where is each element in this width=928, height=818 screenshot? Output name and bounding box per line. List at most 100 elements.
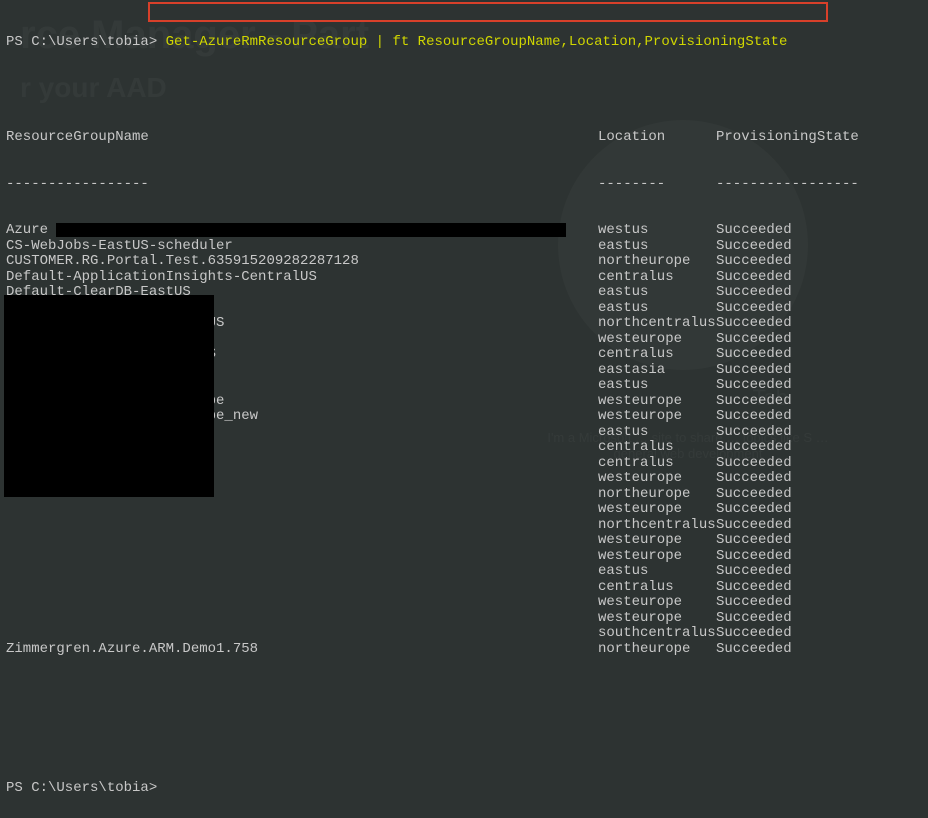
- prompt-line-1: PS C:\Users\tobia> Get-AzureRmResourceGr…: [6, 35, 922, 51]
- table-row: southcentralusSucceeded: [6, 626, 922, 642]
- cell-location: centralus: [598, 347, 716, 363]
- cell-state: Succeeded: [716, 456, 922, 472]
- cell-location: westeurope: [598, 595, 716, 611]
- table-row: westeuropeSucceeded: [6, 595, 922, 611]
- cell-state: Succeeded: [716, 518, 922, 534]
- cell-location: eastasia: [598, 363, 716, 379]
- cell-location: westus: [598, 223, 716, 239]
- cell-name: [6, 564, 598, 580]
- table-row: westeuropeSucceeded: [6, 611, 922, 627]
- cell-name: [6, 502, 598, 518]
- cell-state: Succeeded: [716, 440, 922, 456]
- blank-line-3: [6, 735, 922, 751]
- redaction-bar: [56, 223, 566, 237]
- table-row: westeuropeSucceeded: [6, 549, 922, 565]
- table-row: Azure westusSucceeded: [6, 223, 922, 239]
- table-row: eastusSucceeded: [6, 564, 922, 580]
- cell-name: [6, 549, 598, 565]
- prompt-prefix: PS C:\Users\tobia>: [6, 34, 157, 50]
- cell-state: Succeeded: [716, 595, 922, 611]
- blank-line: [6, 84, 922, 100]
- cell-state: Succeeded: [716, 409, 922, 425]
- cell-location: eastus: [598, 564, 716, 580]
- cell-location: eastus: [598, 301, 716, 317]
- cell-state: Succeeded: [716, 533, 922, 549]
- cell-name: Default-ApplicationInsights-CentralUS: [6, 270, 598, 286]
- cell-state: Succeeded: [716, 564, 922, 580]
- command-text: Get-AzureRmResourceGroup | ft ResourceGr…: [166, 34, 788, 50]
- underline-state: -----------------: [716, 177, 922, 193]
- cell-state: Succeeded: [716, 549, 922, 565]
- cell-state: Succeeded: [716, 580, 922, 596]
- cell-name: [6, 580, 598, 596]
- header-name: ResourceGroupName: [6, 130, 598, 146]
- cell-state: Succeeded: [716, 425, 922, 441]
- table-row: CUSTOMER.RG.Portal.Test.6359152092822871…: [6, 254, 922, 270]
- table-row: northcentralusSucceeded: [6, 518, 922, 534]
- cell-state: Succeeded: [716, 254, 922, 270]
- cell-location: westeurope: [598, 502, 716, 518]
- cell-name: [6, 518, 598, 534]
- table-row: westeuropeSucceeded: [6, 533, 922, 549]
- cell-state: Succeeded: [716, 487, 922, 503]
- cell-location: northeurope: [598, 487, 716, 503]
- cell-location: eastus: [598, 378, 716, 394]
- table-row: centralusSucceeded: [6, 580, 922, 596]
- underline-name: -----------------: [6, 177, 598, 193]
- cell-location: southcentralus: [598, 626, 716, 642]
- cell-location: westeurope: [598, 332, 716, 348]
- cell-location: centralus: [598, 456, 716, 472]
- cell-name: [6, 626, 598, 642]
- underline-location: --------: [598, 177, 716, 193]
- table-row: westeuropeSucceeded: [6, 502, 922, 518]
- cell-state: Succeeded: [716, 611, 922, 627]
- cell-state: Succeeded: [716, 301, 922, 317]
- cell-state: Succeeded: [716, 270, 922, 286]
- cell-location: northcentralus: [598, 316, 716, 332]
- cell-location: northeurope: [598, 254, 716, 270]
- cell-name: CUSTOMER.RG.Portal.Test.6359152092822871…: [6, 254, 598, 270]
- cell-state: Succeeded: [716, 378, 922, 394]
- cell-state: Succeeded: [716, 471, 922, 487]
- prompt-prefix-2: PS C:\Users\tobia>: [6, 780, 157, 796]
- cell-location: eastus: [598, 285, 716, 301]
- cell-location: centralus: [598, 270, 716, 286]
- table-row: Zimmergren.Azure.ARM.Demo1.758northeurop…: [6, 642, 922, 658]
- cell-state: Succeeded: [716, 363, 922, 379]
- header-state: ProvisioningState: [716, 130, 922, 146]
- cell-state: Succeeded: [716, 502, 922, 518]
- cell-location: eastus: [598, 239, 716, 255]
- cell-location: northcentralus: [598, 518, 716, 534]
- cell-location: westeurope: [598, 533, 716, 549]
- cell-state: Succeeded: [716, 239, 922, 255]
- cell-state: Succeeded: [716, 332, 922, 348]
- cell-state: Succeeded: [716, 394, 922, 410]
- cell-name: [6, 595, 598, 611]
- cell-state: Succeeded: [716, 642, 922, 658]
- cell-name: Azure: [6, 223, 598, 239]
- cell-location: westeurope: [598, 611, 716, 627]
- prompt-line-2[interactable]: PS C:\Users\tobia>: [6, 781, 922, 797]
- cell-name: [6, 533, 598, 549]
- cell-location: westeurope: [598, 549, 716, 565]
- header-location: Location: [598, 130, 716, 146]
- cell-location: centralus: [598, 440, 716, 456]
- redaction-block: [4, 295, 214, 497]
- cell-location: eastus: [598, 425, 716, 441]
- cell-state: Succeeded: [716, 285, 922, 301]
- cell-state: Succeeded: [716, 347, 922, 363]
- cell-name: [6, 611, 598, 627]
- cell-name: CS-WebJobs-EastUS-scheduler: [6, 239, 598, 255]
- table-underline: ----------------------------------------…: [6, 177, 922, 193]
- cell-location: westeurope: [598, 394, 716, 410]
- table-row: Default-ApplicationInsights-CentralUScen…: [6, 270, 922, 286]
- table-header: ResourceGroupNameLocationProvisioningSta…: [6, 130, 922, 146]
- cell-name: Zimmergren.Azure.ARM.Demo1.758: [6, 642, 598, 658]
- cell-location: northeurope: [598, 642, 716, 658]
- cell-location: westeurope: [598, 471, 716, 487]
- cell-location: centralus: [598, 580, 716, 596]
- table-row: CS-WebJobs-EastUS-schedulereastusSucceed…: [6, 239, 922, 255]
- cell-state: Succeeded: [716, 223, 922, 239]
- cell-location: westeurope: [598, 409, 716, 425]
- cell-state: Succeeded: [716, 316, 922, 332]
